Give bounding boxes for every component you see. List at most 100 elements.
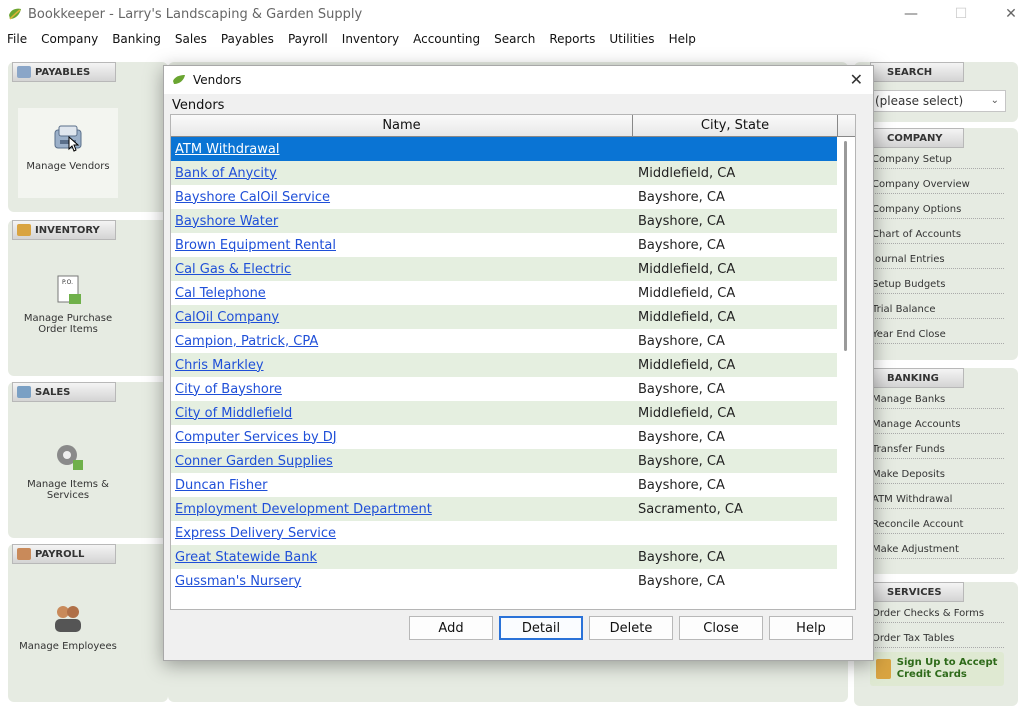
left-navigation: PAYABLES Manage Vendors INVENTORY P.O. M… — [8, 62, 168, 702]
dialog-close-icon[interactable]: ✕ — [850, 70, 863, 89]
vendor-row[interactable]: CalOil Company Middlefield, CA — [171, 305, 838, 329]
menu-reports[interactable]: Reports — [542, 30, 602, 48]
credit-card-icon — [876, 659, 891, 679]
bookkeeper-logo-icon — [9, 8, 21, 20]
column-header-city-state[interactable]: City, State — [633, 115, 838, 136]
search-select[interactable]: (please select) ⌄ — [870, 90, 1006, 112]
vendor-name-link[interactable]: City of Bayshore — [171, 382, 634, 397]
vendor-row[interactable]: Computer Services by DJ Bayshore, CA — [171, 425, 838, 449]
link-trial-balance[interactable]: Trial Balance — [872, 304, 1004, 319]
link-company-setup[interactable]: Company Setup — [872, 154, 1004, 169]
vendor-row[interactable]: Express Delivery Service — [171, 521, 838, 545]
vendor-row[interactable]: ATM Withdrawal — [171, 137, 838, 161]
link-manage-banks[interactable]: Manage Banks — [872, 394, 1004, 409]
vendor-name-link[interactable]: Duncan Fisher — [171, 478, 634, 493]
link-setup-budgets[interactable]: Setup Budgets — [872, 279, 1004, 294]
manage-items-services-button[interactable]: Manage Items & Services — [18, 440, 118, 501]
menu-payroll[interactable]: Payroll — [281, 30, 335, 48]
menu-company[interactable]: Company — [34, 30, 105, 48]
vendor-row[interactable]: City of Middlefield Middlefield, CA — [171, 401, 838, 425]
vendor-name-link[interactable]: Bayshore Water — [171, 214, 634, 229]
vendor-row[interactable]: Campion, Patrick, CPA Bayshore, CA — [171, 329, 838, 353]
vendor-city-state: Bayshore, CA — [638, 429, 725, 445]
vendor-city-state: Bayshore, CA — [638, 189, 725, 205]
maximize-button[interactable]: ☐ — [936, 0, 986, 28]
menu-search[interactable]: Search — [487, 30, 542, 48]
vendor-name-link[interactable]: Chris Markley — [171, 358, 634, 373]
inventory-icon — [17, 224, 31, 236]
vendor-name-link[interactable]: Conner Garden Supplies — [171, 454, 634, 469]
employees-icon — [55, 606, 81, 632]
vendor-name-link[interactable]: Bank of Anycity — [171, 166, 634, 181]
link-chart-of-accounts[interactable]: Chart of Accounts — [872, 229, 1004, 244]
menu-banking[interactable]: Banking — [105, 30, 168, 48]
link-make-adjustment[interactable]: Make Adjustment — [872, 544, 1004, 559]
vendor-name-link[interactable]: Great Statewide Bank — [171, 550, 634, 565]
vendor-row[interactable]: Gussman's Nursery Bayshore, CA — [171, 569, 838, 593]
help-button[interactable]: Help — [769, 616, 853, 640]
delete-button[interactable]: Delete — [589, 616, 673, 640]
vendor-name-link[interactable]: ATM Withdrawal — [171, 142, 634, 157]
vendor-row[interactable]: Employment Development Department Sacrame… — [171, 497, 838, 521]
vendor-row[interactable]: City of Bayshore Bayshore, CA — [171, 377, 838, 401]
manage-items-services-label: Manage Items & Services — [27, 479, 109, 501]
column-header-name[interactable]: Name — [171, 115, 633, 136]
link-order-tax-tables[interactable]: Order Tax Tables — [872, 633, 1004, 648]
link-make-deposits[interactable]: Make Deposits — [872, 469, 1004, 484]
vendor-name-link[interactable]: Campion, Patrick, CPA — [171, 334, 634, 349]
vendor-row[interactable]: Cal Gas & Electric Middlefield, CA — [171, 257, 838, 281]
vendor-name-link[interactable]: Employment Development Department — [171, 502, 634, 517]
vendor-row[interactable]: Bayshore Water Bayshore, CA — [171, 209, 838, 233]
vendor-name-link[interactable]: Computer Services by DJ — [171, 430, 634, 445]
accept-credit-cards-promo[interactable]: Sign Up to Accept Credit Cards — [870, 652, 1004, 686]
menu-sales[interactable]: Sales — [168, 30, 214, 48]
vertical-scrollbar[interactable] — [837, 137, 855, 609]
link-company-overview[interactable]: Company Overview — [872, 179, 1004, 194]
manage-employees-button[interactable]: Manage Employees — [18, 602, 118, 652]
payables-panel: PAYABLES Manage Vendors — [8, 62, 168, 212]
manage-vendors-button[interactable]: Manage Vendors — [18, 108, 118, 198]
window-close-button[interactable]: ✕ — [986, 0, 1036, 28]
vendor-row[interactable]: Conner Garden Supplies Bayshore, CA — [171, 449, 838, 473]
vendor-row[interactable]: Bank of Anycity Middlefield, CA — [171, 161, 838, 185]
vendor-row[interactable]: Brown Equipment Rental Bayshore, CA — [171, 233, 838, 257]
vendor-name-link[interactable]: Gussman's Nursery — [171, 574, 634, 589]
menu-help[interactable]: Help — [662, 30, 703, 48]
vendor-name-link[interactable]: Cal Telephone — [171, 286, 634, 301]
vendor-row[interactable]: Bayshore CalOil Service Bayshore, CA — [171, 185, 838, 209]
link-order-checks-forms[interactable]: Order Checks & Forms — [872, 608, 1004, 623]
link-reconcile-account[interactable]: Reconcile Account — [872, 519, 1004, 534]
menu-payables[interactable]: Payables — [214, 30, 281, 48]
vendor-row[interactable]: Cal Telephone Middlefield, CA — [171, 281, 838, 305]
minimize-button[interactable]: — — [886, 0, 936, 28]
vendor-name-link[interactable]: City of Middlefield — [171, 406, 634, 421]
vendor-name-link[interactable]: Cal Gas & Electric — [171, 262, 634, 277]
add-button[interactable]: Add — [409, 616, 493, 640]
menu-inventory[interactable]: Inventory — [335, 30, 406, 48]
vendor-name-link[interactable]: Bayshore CalOil Service — [171, 190, 634, 205]
vendor-city-state: Bayshore, CA — [638, 381, 725, 397]
company-panel: COMPANY Company Setup Company Overview C… — [854, 128, 1018, 360]
link-transfer-funds[interactable]: Transfer Funds — [872, 444, 1004, 459]
detail-button[interactable]: Detail — [499, 616, 583, 640]
scrollbar-thumb[interactable] — [844, 141, 847, 351]
vendor-name-link[interactable]: CalOil Company — [171, 310, 634, 325]
vendor-row[interactable]: Great Statewide Bank Bayshore, CA — [171, 545, 838, 569]
manage-purchase-order-items-button[interactable]: P.O. Manage Purchase Order Items — [18, 274, 118, 335]
menu-utilities[interactable]: Utilities — [602, 30, 661, 48]
link-journal-entries[interactable]: Journal Entries — [872, 254, 1004, 269]
link-company-options[interactable]: Company Options — [872, 204, 1004, 219]
menu-file[interactable]: File — [0, 30, 34, 48]
vendor-name-link[interactable]: Express Delivery Service — [171, 526, 634, 541]
link-manage-accounts[interactable]: Manage Accounts — [872, 419, 1004, 434]
vendor-row[interactable]: Chris Markley Middlefield, CA — [171, 353, 838, 377]
manage-purchase-order-items-label: Manage Purchase Order Items — [23, 313, 113, 335]
grid-header: Name City, State — [171, 115, 855, 137]
vendor-row[interactable]: Duncan Fisher Bayshore, CA — [171, 473, 838, 497]
link-atm-withdrawal[interactable]: ATM Withdrawal — [872, 494, 1004, 509]
link-year-end-close[interactable]: Year End Close — [872, 329, 1004, 344]
close-button[interactable]: Close — [679, 616, 763, 640]
search-select-value: (please select) — [875, 94, 964, 108]
vendor-name-link[interactable]: Brown Equipment Rental — [171, 238, 634, 253]
menu-accounting[interactable]: Accounting — [406, 30, 487, 48]
